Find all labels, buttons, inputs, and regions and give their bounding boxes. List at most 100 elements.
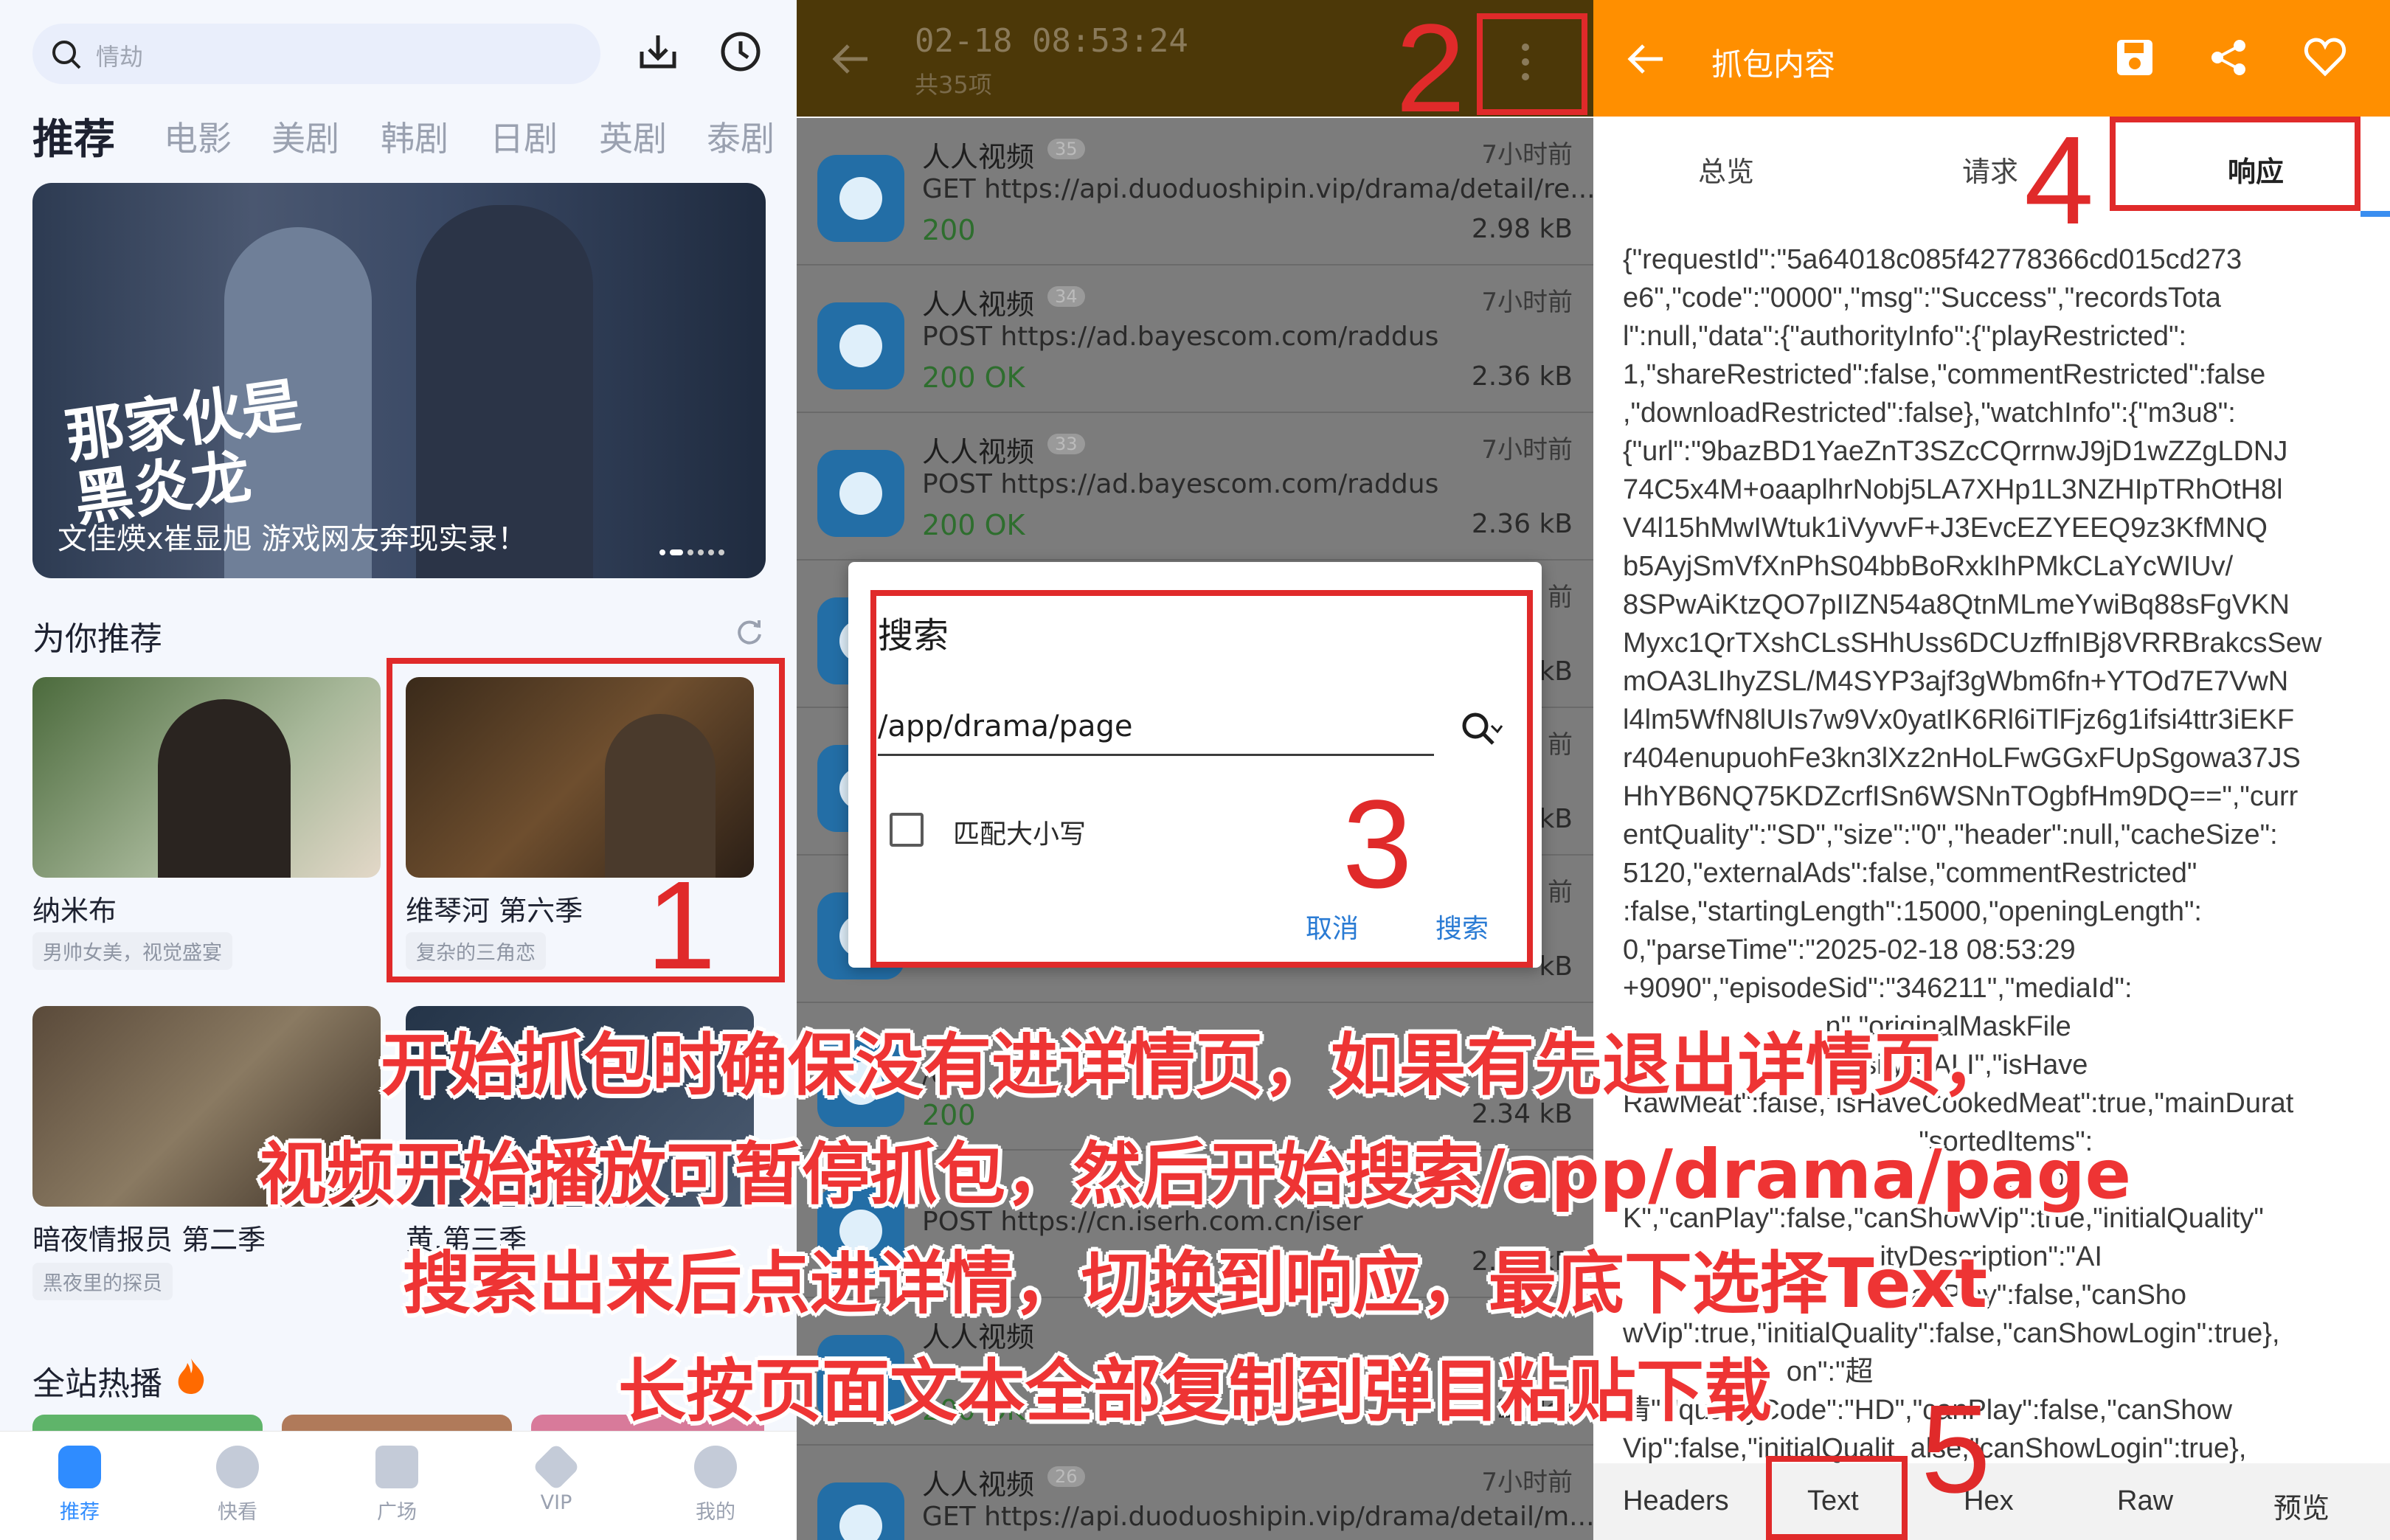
response-line: V4l15hMwIWtuk1iVyvvF+J3EvcEZYEEQ9z3KfMNQ [1623,513,2268,544]
card-tag-1: 男帅女美，视觉盛宴 [32,932,232,970]
nav-quick-label: 快看 [218,1501,257,1524]
response-line: :false,"startingLength":15000,"openingLe… [1623,896,2202,927]
format-tab-preview[interactable]: 预览 [2273,1485,2330,1526]
back-arrow-icon[interactable] [1626,41,1667,77]
app-icon [817,450,904,537]
tab-request[interactable]: 请求 [1962,149,2018,190]
request-size: 2.98 kB [1471,214,1573,244]
format-tab-headers[interactable]: Headers [1623,1485,1729,1517]
nav-vip[interactable]: VIP [512,1443,600,1514]
tab-indicator [2360,211,2390,217]
nav-me[interactable]: 我的 [671,1446,760,1525]
favorite-heart-icon[interactable] [2303,37,2347,78]
request-time: 前 [1548,878,1573,907]
tab-kr-drama[interactable]: 韩剧 [381,112,448,161]
request-time: 7小时前 [1481,288,1573,317]
highlight-box-5 [1766,1456,1908,1540]
app-icon [817,1482,904,1540]
response-line: entQuality":"SD","size":"0","header":nul… [1623,819,2278,850]
content-header: 抓包内容 [1593,0,2390,117]
session-count: 共35项 [915,71,992,99]
refresh-icon[interactable] [735,617,764,646]
instruction-line-3: 搜索出来后点进详情，切换到响应，最底下选择Text [402,1244,1988,1323]
request-badge: 33 [1047,434,1085,454]
banner-pager-dots [659,544,741,555]
format-tab-raw[interactable]: Raw [2117,1485,2173,1517]
response-line: b5AyjSmVfXnPhS04bbBoRxkIhPMkCLaYcWIUv/ [1623,551,2234,582]
response-line: HhYB6NQ75KDZcrfISn6WSNnTOgbfHm9DQ==","cu… [1623,781,2299,812]
request-app: 人人视频 [922,1468,1035,1501]
request-url: POST https://ad.bayescom.com/raddus [922,322,1439,352]
hero-banner[interactable]: 那家伙是黑炎龙 文佳煐x崔显旭 游戏网友奔现实录！ [32,183,766,578]
save-icon[interactable] [2114,37,2155,78]
tab-overview[interactable]: 总览 [1698,149,1754,190]
request-time: 7小时前 [1481,1468,1573,1497]
nav-me-label: 我的 [696,1501,735,1524]
request-status: 200 [922,214,976,246]
response-line: {"url":"9bazBD1YaeZnT3SZcCQrrnwJ9jD1wZZg… [1623,436,2288,467]
tab-uk-drama[interactable]: 英剧 [599,112,667,161]
response-line: r404enupuohFe3kn3lXz2nHoLFwGGxFUpSgowa37… [1623,743,2301,774]
vip-diamond-icon [532,1443,581,1491]
response-line: ,"downloadRestricted":false},"watchInfo"… [1623,398,2236,429]
request-badge: 35 [1047,139,1085,159]
request-url: GET https://api.duoduoshipin.vip/drama/d… [922,174,1593,204]
request-time: 前 [1548,730,1573,760]
square-icon [375,1446,418,1488]
request-badge: 34 [1047,286,1085,307]
nav-square-label: 广场 [377,1501,417,1524]
highlight-box-2 [1477,13,1587,115]
request-app: 人人视频 [922,288,1035,321]
history-icon[interactable] [718,30,763,74]
banner-caption: 文佳煐x崔显旭 游戏网友奔现实录！ [58,522,527,556]
instruction-line-1: 开始抓包时确保没有进详情页，如果有先退出详情页， [380,1026,2009,1105]
request-size: kB [1539,804,1573,834]
request-app: 人人视频 [922,436,1035,468]
card-thumb-1-figure [158,699,291,878]
tab-jp-drama[interactable]: 日剧 [490,112,558,161]
tab-recommend[interactable]: 推荐 [32,106,115,166]
response-line: mOA3LIhyZSL/M4SYP3ajf3gWbm6fn+YTOd7E7VwN [1623,666,2289,697]
request-time: 前 [1548,583,1573,612]
nav-quick[interactable]: 快看 [193,1446,282,1525]
share-icon[interactable] [2209,37,2250,78]
request-time: 7小时前 [1481,435,1573,465]
response-line: 1,"shareRestricted":false,"commentRestri… [1623,359,2266,390]
request-badge: 26 [1047,1466,1085,1487]
request-status: 200 OK [922,509,1025,541]
nav-square[interactable]: 广场 [353,1446,441,1525]
search-bar[interactable]: 情劫 [32,24,600,84]
request-row[interactable]: 人人视频 34 7小时前 POST https://ad.bayescom.com/r… [797,266,1593,413]
request-size: kB [1539,951,1573,982]
profile-face-icon [694,1446,737,1488]
response-line: e6","code":"0000","msg":"Success","recor… [1623,282,2221,313]
request-row[interactable]: 人人视频 35 7小时前 GET https://api.duoduoshipin.v… [797,118,1593,266]
flame-icon [216,1446,259,1488]
card-title-1: 纳米布 [32,895,117,927]
tab-us-drama[interactable]: 美剧 [271,112,339,161]
request-row[interactable]: 人人视频 33 7小时前 POST https://ad.bayescom.com/r… [797,413,1593,561]
back-arrow-icon[interactable] [831,41,872,77]
highlight-box-4 [2110,117,2360,211]
home-icon [58,1446,101,1488]
tab-movie[interactable]: 电影 [164,112,232,161]
response-line: 74C5x4M+oaaplhrNobj5LA7XHp1L3NZHIpTRhOtH… [1623,474,2283,505]
response-line: {"requestId":"5a64018c085f42778366cd015c… [1623,244,2242,275]
step-number-3: 3 [1343,774,1413,915]
nav-recommend[interactable]: 推荐 [35,1446,124,1525]
request-size: 2.36 kB [1471,509,1573,539]
download-icon[interactable] [636,30,680,74]
request-url: POST https://ad.bayescom.com/raddus [922,469,1439,499]
section-recommend-title: 为你推荐 [32,620,162,658]
card-thumb-1[interactable] [32,677,381,878]
step-number-4: 4 [2024,111,2094,251]
request-row[interactable]: 人人视频 26 7小时前 GET https://api.duoduoshipin.v… [797,1446,1593,1540]
response-line: Vip":false,"initialQualit alse,"canShowL… [1623,1433,2247,1464]
request-size: 2.36 kB [1471,361,1573,392]
request-size: kB [1539,656,1573,687]
list-header: 02-18 08:53:24 共35项 [797,0,1593,117]
response-line: Myxc1QrTXshCLsSHhUss6DCUzffnIBj8VRRBrakc… [1623,628,2322,659]
instruction-line-4: 长按页面文本全部复制到弹目粘贴下载 [617,1352,1772,1431]
tab-th-drama[interactable]: 泰剧 [707,112,775,161]
response-line: +9090","episodeSid":"346211","mediaId": [1623,973,2133,1004]
